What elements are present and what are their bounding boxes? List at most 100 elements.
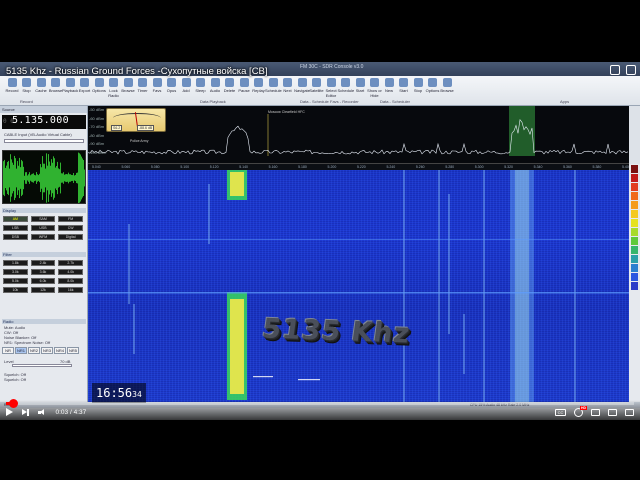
level-slider[interactable] xyxy=(12,364,72,367)
noise-reduction-button[interactable]: NR3 xyxy=(41,347,53,354)
ribbon-button-label: Favs xyxy=(152,88,162,93)
waveform-bar xyxy=(42,156,43,200)
ribbon-button-label: Add xyxy=(182,88,190,93)
volume-slider[interactable] xyxy=(4,139,84,143)
waveform-bar xyxy=(65,174,66,182)
noise-reduction-button[interactable]: NR1 xyxy=(15,347,27,354)
waveform-bar xyxy=(20,167,21,189)
waveform-bar xyxy=(69,174,70,182)
horizontal-marker-line xyxy=(88,239,629,240)
filter-button[interactable]: 3.6k xyxy=(30,269,56,275)
waveform-bar xyxy=(32,173,33,183)
ribbon-button[interactable]: Browse xyxy=(439,78,455,96)
ribbon-button-label: Start xyxy=(355,88,365,93)
waterfall-display[interactable] xyxy=(88,164,629,402)
ribbon-button-icon xyxy=(22,78,31,87)
frequency-display[interactable]: 0 0 5.135.000 xyxy=(2,115,86,129)
mode-button[interactable]: Digital xyxy=(58,234,83,240)
waveform-bar xyxy=(51,159,52,197)
next-icon[interactable] xyxy=(22,408,29,416)
faint-signal-trace xyxy=(448,194,450,334)
filter-button[interactable]: 4.0k xyxy=(58,269,83,275)
ribbon-button-icon xyxy=(254,78,263,87)
noise-reduction-button[interactable]: NR xyxy=(2,347,14,354)
noise-reduction-buttons: NR NR1 NR2 NR3 NR4 NR5 xyxy=(2,347,79,354)
frequency-tick-label: 5.380 xyxy=(592,165,602,169)
mode-button[interactable]: SAM xyxy=(30,216,56,222)
theater-mode-icon[interactable] xyxy=(608,409,617,416)
ribbon-button-label: Browse xyxy=(48,88,63,93)
filter-button[interactable]: 12k xyxy=(30,287,56,293)
faint-signal-trace xyxy=(208,184,210,244)
filter-button[interactable]: 10k xyxy=(3,287,28,293)
video-progress-knob[interactable] xyxy=(8,399,18,408)
frequency-tick-label: 5.120 xyxy=(209,165,219,169)
subtitles-icon[interactable]: CC xyxy=(555,409,566,416)
filter-button[interactable]: 2.7k xyxy=(58,260,83,266)
waveform-bar xyxy=(38,175,39,181)
ribbon-button-icon xyxy=(355,78,365,87)
frequency-tick-label: 5.160 xyxy=(268,165,278,169)
video-time: 0:03 / 4:37 xyxy=(55,408,87,416)
ribbon-button-label: Browse xyxy=(440,88,454,93)
noise-reduction-button[interactable]: NR4 xyxy=(54,347,66,354)
ribbon-button-label: Show or Hide xyxy=(367,88,382,98)
filter-button[interactable]: 1.8k xyxy=(3,260,28,266)
waveform-bar xyxy=(26,172,27,184)
ribbon-button-icon xyxy=(210,78,220,87)
share-icon[interactable] xyxy=(626,65,636,75)
fullscreen-icon[interactable] xyxy=(625,409,634,416)
watch-later-icon[interactable] xyxy=(610,65,620,75)
filter-button[interactable]: 6.0k xyxy=(30,278,56,284)
squelch-line-2: Squelch: Off xyxy=(4,377,26,382)
waveform-bar xyxy=(19,157,20,199)
ribbon-button-label: Options xyxy=(92,88,106,93)
color-scale-step xyxy=(631,246,638,254)
mode-button[interactable]: FM xyxy=(58,216,83,222)
ribbon-button-icon xyxy=(283,78,292,87)
mode-button[interactable]: AM xyxy=(3,216,28,222)
settings-icon[interactable]: HD xyxy=(574,406,587,417)
frequency-tick-label: 5.180 xyxy=(298,165,307,169)
waveform-bar xyxy=(35,175,36,181)
waveform-bar xyxy=(60,162,61,194)
color-scale-step xyxy=(631,282,638,290)
waveform-bar xyxy=(77,172,78,184)
noise-reduction-button[interactable]: NR5 xyxy=(67,347,79,354)
filter-button[interactable]: 8.0k xyxy=(58,278,83,284)
waveform-bar xyxy=(82,158,83,198)
filter-button[interactable]: 2.4k xyxy=(30,260,56,266)
video-top-icons xyxy=(610,65,636,75)
mode-button[interactable]: DSB xyxy=(3,234,28,240)
spectrum-trace xyxy=(88,106,629,156)
filter-button[interactable]: 16k xyxy=(58,287,83,293)
filter-button[interactable]: 5.0k xyxy=(3,278,28,284)
waveform-bar xyxy=(79,153,80,203)
color-scale-step xyxy=(631,174,638,182)
volume-icon[interactable] xyxy=(37,408,47,416)
waveform-bar xyxy=(67,174,68,182)
mode-button[interactable]: LSB xyxy=(3,225,28,231)
mode-button[interactable]: USB xyxy=(30,225,56,231)
waveform-bar xyxy=(74,175,75,181)
audio-waveform xyxy=(3,152,86,203)
video-frame[interactable]: 5135 Khz - Russian Ground Forces -Сухопу… xyxy=(0,62,640,420)
waveform-bar xyxy=(66,174,67,182)
waveform-bar xyxy=(58,168,59,188)
faint-signal-trace xyxy=(463,314,465,374)
mode-button[interactable]: WFM xyxy=(30,234,56,240)
frequency-value: 5.135.000 xyxy=(12,115,69,126)
mode-button[interactable]: CW xyxy=(58,225,83,231)
ribbon-button-icon xyxy=(152,78,162,87)
video-progress-bar[interactable] xyxy=(6,399,634,408)
ribbon-button-icon xyxy=(109,78,118,87)
play-icon[interactable] xyxy=(6,408,13,416)
waveform-bar xyxy=(85,164,86,192)
spectrum-display[interactable]: -50 dBm -60 dBm -70 dBm -80 dBm -90 dBm -100 … xyxy=(88,106,629,164)
miniplayer-icon[interactable] xyxy=(591,409,600,416)
color-scale-step xyxy=(631,192,638,200)
filter-button[interactable]: 3.0k xyxy=(3,269,28,275)
ribbon-button-icon xyxy=(399,78,408,87)
ribbon-button-label: Delete xyxy=(223,88,236,93)
noise-reduction-button[interactable]: NR2 xyxy=(28,347,40,354)
